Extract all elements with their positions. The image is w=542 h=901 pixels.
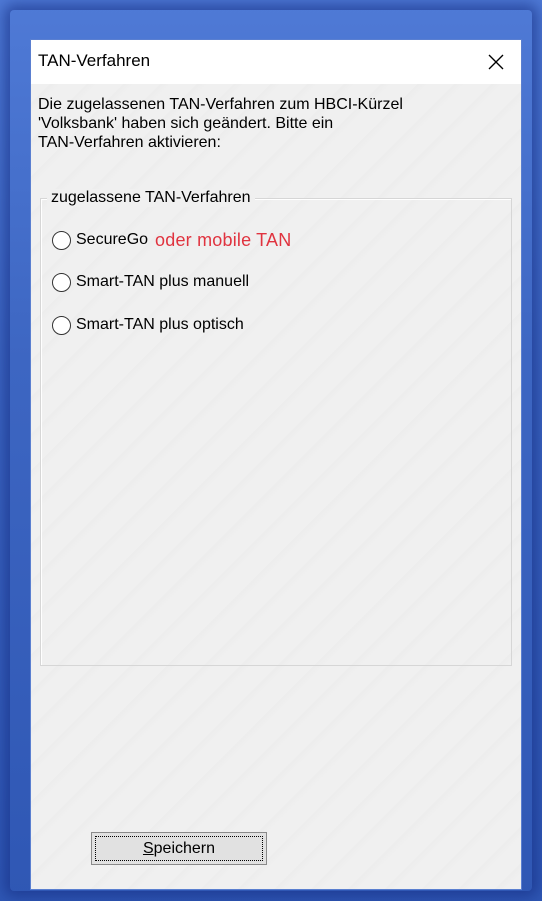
radio-smart-tan-manuell[interactable]: Smart-TAN plus manuell bbox=[52, 271, 249, 293]
tan-method-group: zugelassene TAN-Verfahren SecureGo oder … bbox=[40, 189, 512, 666]
close-button[interactable] bbox=[477, 44, 515, 80]
dialog-message: Die zugelassenen TAN-Verfahren zum HBCI-… bbox=[38, 96, 403, 151]
save-button[interactable]: Speichern bbox=[91, 832, 267, 865]
title-bar: TAN-Verfahren bbox=[31, 40, 521, 84]
group-legend: zugelassene TAN-Verfahren bbox=[47, 189, 255, 207]
radio-label: Smart-TAN plus manuell bbox=[76, 273, 250, 290]
radio-securego[interactable]: SecureGo oder mobile TAN bbox=[52, 229, 291, 251]
radio-label: SecureGo bbox=[76, 231, 149, 248]
radio-label: Smart-TAN plus optisch bbox=[76, 316, 244, 333]
radio-button[interactable] bbox=[52, 230, 71, 250]
close-icon bbox=[488, 54, 504, 70]
focus-rectangle bbox=[95, 836, 263, 861]
tan-dialog: TAN-Verfahren Die zugelassenen TAN-Verfa… bbox=[31, 40, 521, 889]
option-annotation: oder mobile TAN bbox=[155, 229, 292, 250]
radio-button[interactable] bbox=[52, 315, 71, 335]
radio-smart-tan-optisch[interactable]: Smart-TAN plus optisch bbox=[52, 314, 244, 336]
window-title: TAN-Verfahren bbox=[38, 51, 151, 70]
radio-button[interactable] bbox=[52, 272, 71, 292]
